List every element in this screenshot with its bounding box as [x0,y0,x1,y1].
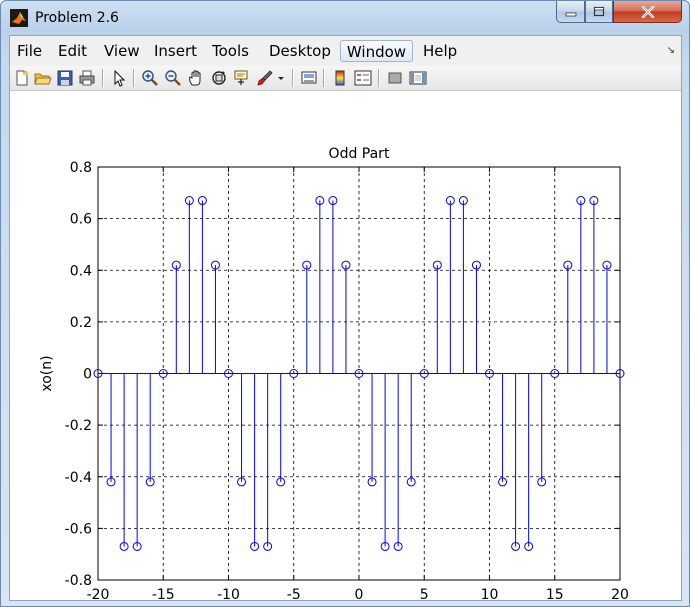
zoom-out-icon[interactable] [164,69,182,87]
print-icon[interactable] [78,69,96,87]
y-tick-label: -0.6 [65,521,92,537]
menu-window[interactable]: Window [340,40,413,62]
menu-desktop[interactable]: Desktop [266,40,334,62]
x-tick-label: 15 [546,587,564,600]
window-title: Problem 2.6 [35,10,119,26]
y-tick-label: 0 [83,367,92,383]
zoom-in-icon[interactable] [141,69,159,87]
menu-bar: File Edit View Insert Tools Desktop Wind… [10,36,681,66]
menu-help[interactable]: Help [420,40,460,62]
plot-title: Odd Part [329,146,390,162]
x-tick-label: -5 [287,587,301,600]
menu-edit[interactable]: Edit [55,40,90,62]
close-button[interactable] [613,1,682,23]
y-tick-label: -0.8 [65,573,92,589]
brush-dropdown-icon[interactable] [276,69,286,87]
menu-view[interactable]: View [101,40,143,62]
y-tick-label: 0.6 [70,212,92,228]
matlab-logo-icon [10,9,28,27]
new-figure-icon[interactable] [13,69,31,87]
x-tick-label: 5 [420,587,429,600]
x-tick-label: 10 [481,587,499,600]
tick-labels: -20 -15 -10 -5 0 5 10 15 20-0.8-0.6-0.4-0.200.20… [65,160,629,603]
toolbar-separator [378,69,380,87]
pointer-icon[interactable] [110,69,128,87]
stem-plot[interactable]: -20 -15 -10 -5 0 5 10 15 20-0.8-0.6-0.4-0.200.20… [10,91,681,603]
title-bar[interactable]: Problem 2.6 [1,1,689,35]
y-tick-label: 0.8 [70,160,92,176]
open-file-icon[interactable] [34,69,52,87]
save-icon[interactable] [56,69,74,87]
toolbar-separator [323,69,325,87]
legend-icon[interactable] [354,69,372,87]
x-tick-label: -15 [152,587,175,600]
link-plot-icon[interactable] [300,69,318,87]
data-cursor-icon[interactable] [233,69,251,87]
hide-plot-tools-icon[interactable] [386,69,404,87]
minimize-icon [565,12,576,16]
x-tick-label: 0 [355,587,364,600]
brush-icon[interactable] [256,69,274,87]
y-tick-label: 0.2 [70,315,92,331]
menu-insert[interactable]: Insert [151,40,200,62]
toolbar-separator [102,69,104,87]
minimize-button[interactable] [556,1,585,23]
maximize-button[interactable] [585,1,613,23]
figure-toolbar [10,66,681,91]
y-tick-label: -0.4 [65,470,92,486]
y-tick-label: -0.2 [65,418,92,434]
figure-client-area: File Edit View Insert Tools Desktop Wind… [9,35,682,603]
maximize-icon [593,6,605,17]
close-icon [641,5,654,18]
menu-tools[interactable]: Tools [209,40,252,62]
x-tick-label: 20 [611,587,629,600]
figure-window: Problem 2.6 File Edit View Insert Tools [0,0,690,607]
menu-dock-arrow-icon[interactable]: ↘ [667,45,675,56]
colorbar-icon[interactable] [331,69,349,87]
y-tick-label: 0.4 [70,263,92,279]
menu-file[interactable]: File [14,40,45,62]
figure-canvas[interactable]: -20 -15 -10 -5 0 5 10 15 20 -0.8 -0.6 -0.4 -0.2 0 0.2 0… [10,91,681,603]
x-tick-label: -10 [217,587,240,600]
toolbar-separator [133,69,135,87]
y-axis-label: xo(n) [39,355,55,391]
toolbar-separator [292,69,294,87]
show-plot-tools-icon[interactable] [409,69,427,87]
rotate-3d-icon[interactable] [210,69,228,87]
pan-icon[interactable] [187,69,205,87]
